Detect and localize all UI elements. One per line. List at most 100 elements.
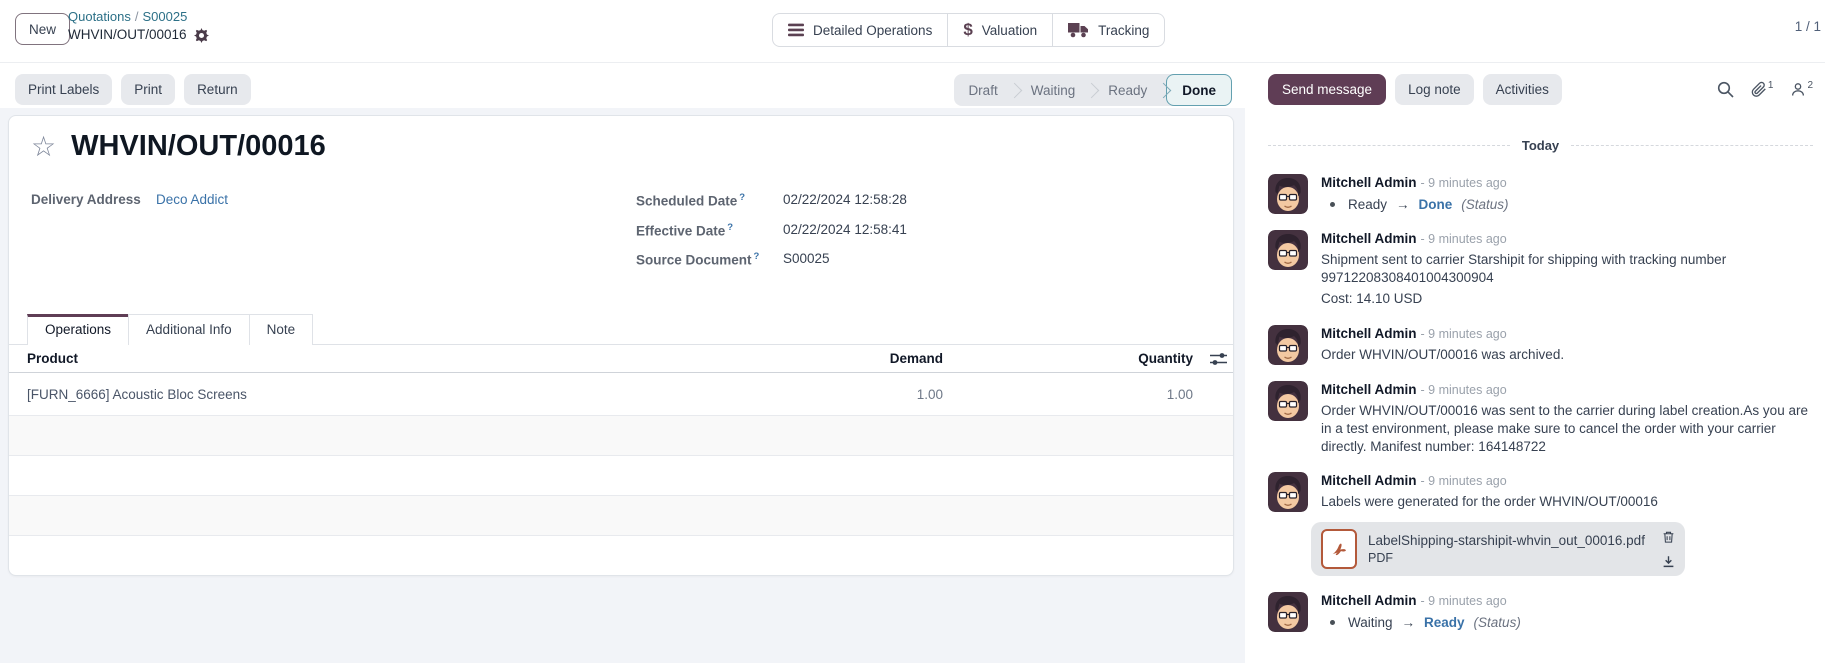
- source-document-label: Source Document?: [636, 251, 783, 268]
- status-step-ready[interactable]: Ready: [1094, 83, 1161, 98]
- cell-demand[interactable]: 1.00: [793, 387, 943, 402]
- notebook-tabs: Operations Additional Info Note: [27, 300, 312, 345]
- log-note-button[interactable]: Log note: [1395, 74, 1474, 105]
- dollar-icon: $: [963, 20, 972, 40]
- message-body: Labels were generated for the order WHVI…: [1321, 493, 1813, 511]
- message-time: - 9 minutes ago: [1421, 232, 1507, 246]
- attachments-icon[interactable]: 1: [1751, 81, 1774, 98]
- help-icon: ?: [739, 192, 745, 203]
- message-time: - 9 minutes ago: [1421, 176, 1507, 190]
- arrow-right-icon: →: [1396, 197, 1410, 212]
- send-message-button[interactable]: Send message: [1268, 74, 1386, 105]
- scheduled-date-value[interactable]: 02/22/2024 12:58:28: [783, 192, 907, 209]
- help-icon: ?: [754, 251, 760, 262]
- message-author[interactable]: Mitchell Admin: [1321, 593, 1417, 608]
- table-row[interactable]: [FURN_6666] Acoustic Bloc Screens 1.00 1…: [9, 373, 1233, 416]
- form-sheet: ☆ WHVIN/OUT/00016 Delivery Address Deco …: [8, 115, 1234, 576]
- activities-button[interactable]: Activities: [1483, 74, 1562, 105]
- message-body-cost: Cost: 14.10 USD: [1321, 290, 1813, 308]
- message-body: Shipment sent to carrier Starshipit for …: [1321, 251, 1813, 287]
- tracking-to[interactable]: Ready: [1424, 615, 1465, 630]
- tracking-field: (Status): [1461, 197, 1508, 212]
- column-header-demand[interactable]: Demand: [793, 351, 943, 366]
- arrow-right-icon: →: [1402, 615, 1416, 630]
- operations-table: Product Demand Quantity [FURN_6666] Acou…: [9, 345, 1233, 576]
- attachment-filename[interactable]: LabelShipping-starshipit-whvin_out_00016…: [1368, 533, 1651, 548]
- message-time: - 9 minutes ago: [1421, 383, 1507, 397]
- print-labels-button[interactable]: Print Labels: [15, 74, 112, 105]
- followers-icon[interactable]: 2: [1790, 81, 1813, 98]
- avatar[interactable]: [1268, 472, 1308, 512]
- message-time: - 9 minutes ago: [1421, 474, 1507, 488]
- message-body: Order WHVIN/OUT/00016 was archived.: [1321, 346, 1813, 364]
- control-panel: New Quotations/S00025 WHVIN/OUT/00016 De…: [0, 0, 1825, 108]
- attachment-card[interactable]: LabelShipping-starshipit-whvin_out_00016…: [1311, 522, 1685, 576]
- tracking-to[interactable]: Done: [1419, 197, 1453, 212]
- message-author[interactable]: Mitchell Admin: [1321, 473, 1417, 488]
- valuation-button[interactable]: $ Valuation: [948, 13, 1053, 47]
- message-author[interactable]: Mitchell Admin: [1321, 382, 1417, 397]
- chatter-panel: Today Mitchell Admin - 9 minutes ago Read…: [1245, 108, 1825, 663]
- avatar[interactable]: [1268, 174, 1308, 214]
- list-icon: [788, 23, 804, 37]
- effective-date-value[interactable]: 02/22/2024 12:58:41: [783, 222, 907, 239]
- status-step-draft[interactable]: Draft: [954, 83, 1011, 98]
- source-document-value[interactable]: S00025: [783, 251, 830, 268]
- avatar[interactable]: [1268, 381, 1308, 421]
- column-header-product[interactable]: Product: [27, 351, 793, 366]
- status-step-done-active[interactable]: Done: [1166, 74, 1232, 106]
- cell-quantity[interactable]: 1.00: [943, 387, 1193, 402]
- table-header-row: Product Demand Quantity: [9, 345, 1233, 373]
- delivery-address-label: Delivery Address: [31, 192, 156, 207]
- delivery-address-value[interactable]: Deco Addict: [156, 192, 228, 207]
- form-action-toolbar: Print Labels Print Return: [15, 74, 251, 105]
- chatter-message: Mitchell Admin- 9 minutes ago Order WHVI…: [1268, 381, 1813, 457]
- bullet-dot: [1330, 202, 1335, 207]
- settings-gear-icon[interactable]: [194, 28, 209, 43]
- statusbar: Draft Waiting Ready Done: [954, 74, 1232, 106]
- breadcrumb: Quotations/S00025 WHVIN/OUT/00016: [68, 9, 209, 43]
- pager[interactable]: 1 / 1: [1795, 19, 1821, 34]
- cell-product[interactable]: [FURN_6666] Acoustic Bloc Screens: [27, 387, 793, 402]
- status-step-waiting[interactable]: Waiting: [1017, 83, 1090, 98]
- empty-row: [9, 536, 1233, 576]
- tab-additional-info[interactable]: Additional Info: [128, 314, 250, 345]
- favorite-star-icon[interactable]: ☆: [31, 132, 56, 162]
- tracking-from: Ready: [1348, 197, 1387, 212]
- search-messages-icon[interactable]: [1717, 81, 1734, 98]
- topbar-divider: [0, 62, 1825, 63]
- tab-note[interactable]: Note: [249, 314, 314, 345]
- tracking-change: Waiting → Ready (Status): [1321, 615, 1813, 630]
- column-header-quantity[interactable]: Quantity: [943, 351, 1193, 366]
- download-attachment-icon[interactable]: [1662, 555, 1675, 568]
- chatter-message: Mitchell Admin - 9 minutes ago Ready → Do…: [1268, 174, 1813, 214]
- tab-operations[interactable]: Operations: [27, 314, 129, 345]
- message-time: - 9 minutes ago: [1421, 327, 1507, 341]
- message-author[interactable]: Mitchell Admin: [1321, 175, 1417, 190]
- tracking-field: (Status): [1474, 615, 1521, 630]
- tracking-button[interactable]: Tracking: [1053, 13, 1165, 47]
- date-divider: Today: [1268, 138, 1813, 153]
- print-button[interactable]: Print: [121, 74, 175, 105]
- chatter-message: Mitchell Admin - 9 minutes ago Shipment s…: [1268, 230, 1813, 309]
- message-author[interactable]: Mitchell Admin: [1321, 231, 1417, 246]
- avatar[interactable]: [1268, 325, 1308, 365]
- return-button[interactable]: Return: [184, 74, 251, 105]
- empty-row: [9, 496, 1233, 536]
- follower-count: 2: [1807, 81, 1813, 91]
- avatar[interactable]: [1268, 230, 1308, 270]
- empty-row: [9, 416, 1233, 456]
- message-author[interactable]: Mitchell Admin: [1321, 326, 1417, 341]
- message-time: - 9 minutes ago: [1421, 594, 1507, 608]
- truck-icon: [1068, 22, 1089, 38]
- optional-columns-icon[interactable]: [1193, 352, 1227, 366]
- breadcrumb-record-link[interactable]: S00025: [143, 9, 188, 24]
- pdf-file-icon: [1321, 529, 1357, 569]
- breadcrumb-parent-link[interactable]: Quotations: [68, 9, 131, 24]
- view-button-group: Detailed Operations $ Valuation Tracking: [772, 13, 1165, 47]
- delete-attachment-icon[interactable]: [1662, 530, 1675, 544]
- detailed-operations-button[interactable]: Detailed Operations: [772, 13, 948, 47]
- avatar[interactable]: [1268, 592, 1308, 632]
- new-button[interactable]: New: [15, 13, 70, 45]
- chatter-toolbar: Send message Log note Activities 1 2: [1268, 74, 1813, 105]
